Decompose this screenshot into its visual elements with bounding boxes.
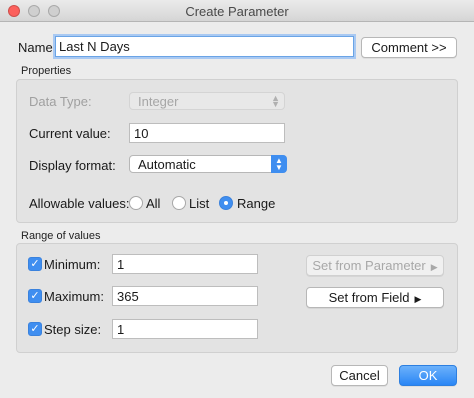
display-format-label: Display format: [29, 158, 116, 173]
display-format-select[interactable]: Automatic ▲ ▼ [129, 155, 287, 173]
cancel-button[interactable]: Cancel [331, 365, 388, 386]
properties-section-title: Properties [21, 65, 72, 77]
radio-list-label[interactable]: List [189, 196, 209, 211]
minimum-field[interactable]: 1 [112, 254, 258, 274]
range-section-title: Range of values [21, 230, 101, 242]
chevron-updown-icon: ▲ ▼ [271, 93, 280, 109]
current-value-label: Current value: [29, 126, 111, 141]
set-from-field-button[interactable]: Set from Field ▶ [306, 287, 444, 308]
radio-range[interactable] [219, 196, 233, 210]
data-type-value: Integer [138, 94, 179, 109]
set-from-field-label: Set from Field [328, 290, 410, 305]
chevron-updown-icon: ▲ ▼ [271, 155, 287, 173]
minimum-checkbox[interactable]: ✓ [28, 257, 42, 271]
data-type-label: Data Type: [29, 94, 92, 109]
title-bar: Create Parameter [0, 0, 474, 22]
ok-button[interactable]: OK [399, 365, 457, 386]
maximum-checkbox[interactable]: ✓ [28, 289, 42, 303]
set-from-parameter-button: Set from Parameter ▶ [306, 255, 444, 276]
comment-button[interactable]: Comment >> [361, 37, 457, 58]
triangle-right-icon: ▶ [430, 262, 438, 272]
radio-all-label[interactable]: All [146, 196, 160, 211]
set-from-parameter-label: Set from Parameter [312, 258, 426, 273]
current-value-field[interactable]: 10 [129, 123, 285, 143]
minimum-label: Minimum: [44, 257, 101, 272]
window-title: Create Parameter [185, 4, 289, 19]
maximum-label: Maximum: [44, 289, 104, 304]
name-field[interactable]: Last N Days [55, 36, 354, 57]
allowable-values-label: Allowable values: [29, 196, 130, 211]
step-size-label: Step size: [44, 322, 102, 337]
step-size-field[interactable]: 1 [112, 319, 258, 339]
name-label: Name: [18, 40, 57, 55]
radio-all[interactable] [129, 196, 143, 210]
step-size-checkbox[interactable]: ✓ [28, 322, 42, 336]
radio-list[interactable] [172, 196, 186, 210]
display-format-value: Automatic [138, 157, 196, 172]
data-type-select: Integer ▲ ▼ [129, 92, 285, 110]
radio-range-label[interactable]: Range [237, 196, 275, 211]
maximum-field[interactable]: 365 [112, 286, 258, 306]
triangle-right-icon: ▶ [414, 294, 422, 304]
